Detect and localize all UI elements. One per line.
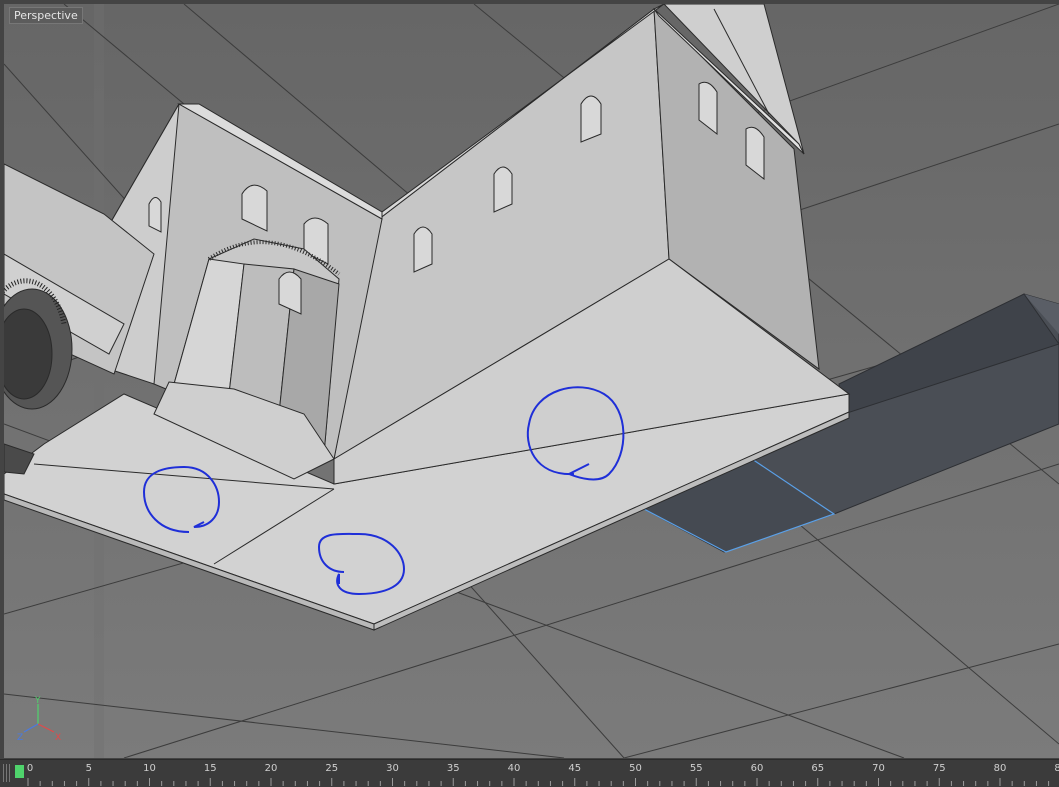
timeline-ticks (27, 778, 1050, 786)
x-axis-label: X (55, 733, 61, 743)
timeline-tick-label: 85 (1054, 763, 1059, 774)
timeline-tick-label: 0 (26, 763, 34, 774)
timeline-tick-label: 45 (568, 763, 582, 774)
timeline-tick-label: 65 (811, 763, 825, 774)
timeline-tick-label: 50 (629, 763, 642, 774)
timeline-tick-label: 5 (85, 763, 92, 774)
timeline-track[interactable]: 0 5 10 15 20 25 30 35 40 45 50 55 60 65 70 75 80 85 (0, 759, 1059, 787)
timeline-tick-label: 75 (932, 763, 946, 774)
timeline-grip[interactable] (3, 764, 11, 782)
z-axis-line (23, 723, 39, 733)
timeline-tick-label: 35 (446, 763, 460, 774)
timeline-tick-label: 70 (872, 763, 885, 774)
perspective-viewport[interactable]: Perspective Y X Z (4, 4, 1059, 758)
timeline-tick-label: 80 (993, 763, 1007, 774)
timeline-tick-label: 60 (750, 763, 764, 774)
scene-canvas[interactable] (4, 4, 1059, 758)
timeline-tick-label: 30 (386, 763, 399, 774)
timeline-tick-label: 40 (507, 763, 521, 774)
x-axis-line (37, 723, 55, 733)
axis-gizmo: Y X Z (17, 696, 61, 743)
timeline-tick-label: 20 (264, 763, 278, 774)
timeline-tick-label: 10 (143, 763, 156, 774)
y-axis-label: Y (34, 696, 41, 706)
timeline-tick-label: 25 (325, 763, 339, 774)
timeline-tick-label: 15 (203, 763, 217, 774)
timeline-tick-label: 55 (689, 763, 703, 774)
viewport-label[interactable]: Perspective (9, 7, 83, 24)
z-axis-label: Z (17, 733, 23, 743)
